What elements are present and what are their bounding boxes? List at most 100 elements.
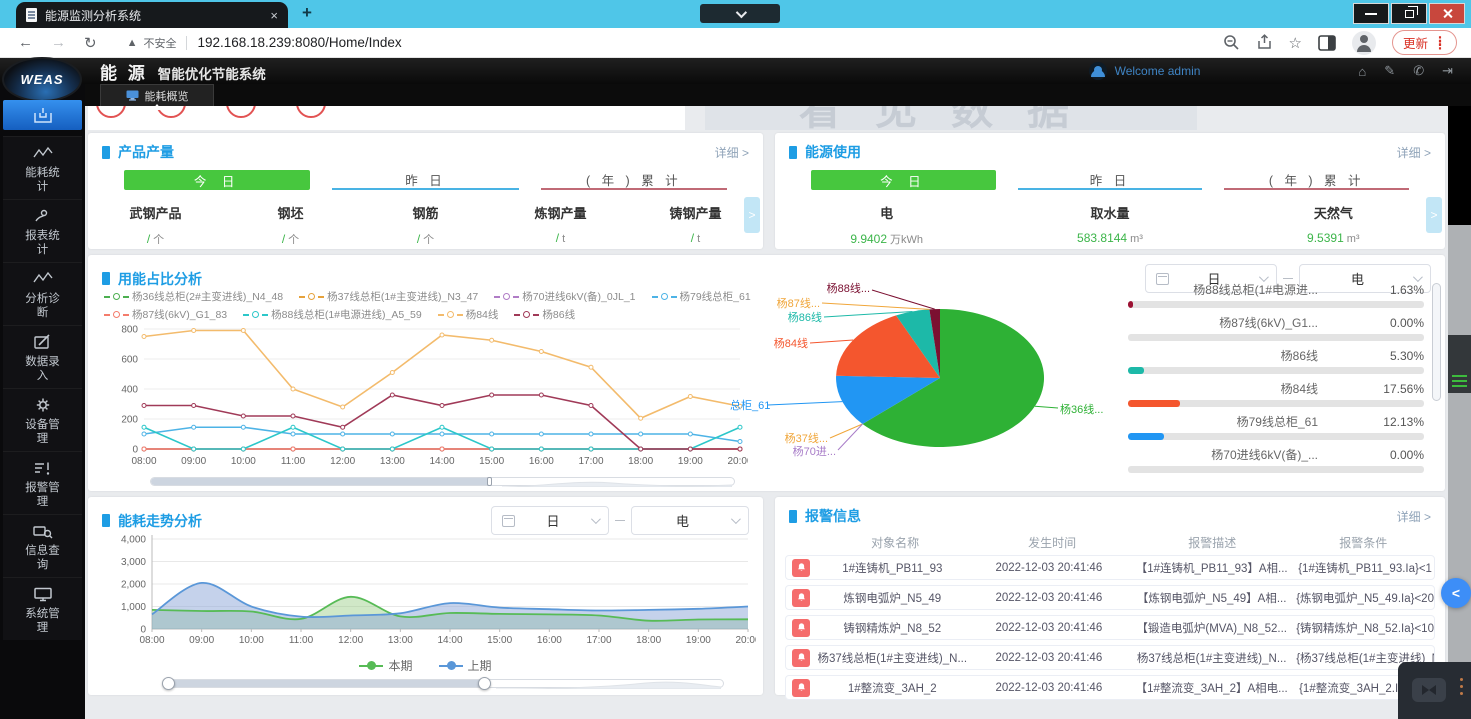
video-menu-dots[interactable] xyxy=(1460,678,1463,695)
alarm-row[interactable]: 炼钢电弧炉_N5_492022-12-03 20:41:46【炼钢电弧炉_N5_… xyxy=(785,585,1435,610)
close-button[interactable] xyxy=(1429,3,1465,24)
ranking-name: 杨87线(6kV)_G1... xyxy=(1128,314,1318,331)
svg-text:20:00: 20:00 xyxy=(735,635,756,646)
tab-year-total[interactable]: ( 年 ) 累 计 xyxy=(541,170,727,190)
bookmark-star-icon[interactable]: ☆ xyxy=(1289,34,1302,52)
minimize-button[interactable] xyxy=(1353,3,1389,24)
tab-close-icon[interactable]: × xyxy=(270,8,278,23)
energy-type-select[interactable]: 电 xyxy=(631,506,749,535)
carousel-next-button[interactable]: > xyxy=(744,197,760,233)
tab-today[interactable]: 今 日 xyxy=(811,170,996,190)
stat-value: 9.5391 xyxy=(1307,231,1344,245)
ranking-row[interactable]: 杨86线5.30% xyxy=(1128,347,1424,374)
legend-item[interactable]: 杨36线总柜(2#主变进线)_N4_48 xyxy=(104,289,283,304)
new-tab-button[interactable]: + xyxy=(302,3,312,23)
ranking-row[interactable]: 杨79线总柜_6112.13% xyxy=(1128,413,1424,440)
tab-label: 能耗概览 xyxy=(145,88,189,104)
alarm-row[interactable]: 1#整流变_3AH_22022-12-03 20:41:46【1#整流变_3AH… xyxy=(785,675,1435,700)
page-scrollbar-track[interactable] xyxy=(1448,225,1471,719)
back-icon[interactable]: ← xyxy=(18,34,33,51)
detail-link[interactable]: 详细 > xyxy=(715,144,749,161)
side-panel-icon[interactable] xyxy=(1318,35,1336,51)
welcome-text: Welcome admin xyxy=(1115,64,1201,78)
phone-icon[interactable]: ✆ xyxy=(1413,63,1424,79)
legend-item[interactable]: 杨37线总柜(1#主变进线)_N3_47 xyxy=(299,289,478,304)
occupancy-line-chart[interactable]: 020040060080008:0009:0010:0011:0012:0013… xyxy=(98,321,748,483)
sidebar-item-alarm[interactable]: 报警管理 xyxy=(3,451,82,514)
detail-link[interactable]: 详细 > xyxy=(1397,144,1431,161)
stat-name: 钢坯 xyxy=(223,203,358,222)
panel-bullet xyxy=(102,272,110,285)
slider-handle-left[interactable] xyxy=(162,677,175,690)
legend-item[interactable]: 杨88线总柜(1#电源进线)_A5_59 xyxy=(243,307,422,322)
svg-text:19:00: 19:00 xyxy=(678,456,703,467)
alarm-cell: 2022-12-03 20:41:46 xyxy=(971,562,1128,574)
user-avatar-icon xyxy=(1089,62,1107,80)
user-info[interactable]: Welcome admin xyxy=(1089,62,1201,80)
sidebar-item-gear[interactable]: 设备管理 xyxy=(3,388,82,451)
browser-tab[interactable]: 能源监测分析系统 × xyxy=(16,2,288,28)
datazoom-slider[interactable] xyxy=(150,477,735,486)
panel-bullet xyxy=(102,514,110,527)
detail-link[interactable]: 详细 > xyxy=(1397,508,1431,525)
legend-item[interactable]: 杨84线 xyxy=(438,307,499,322)
stat-value: / xyxy=(417,232,420,246)
alarm-row[interactable]: 铸钢精炼炉_N8_522022-12-03 20:41:46【锻造电弧炉(MVA… xyxy=(785,615,1435,640)
profile-avatar[interactable] xyxy=(1352,31,1376,55)
ranking-row[interactable]: 杨84线17.56% xyxy=(1128,380,1424,407)
pie-label: 杨88线... xyxy=(827,281,870,295)
share-icon[interactable] xyxy=(1256,34,1273,51)
line-chart-legend: 杨36线总柜(2#主变进线)_N4_48 杨37线总柜(1#主变进线)_N3_47… xyxy=(104,289,752,322)
forward-icon[interactable]: → xyxy=(51,34,66,51)
list-scrollbar[interactable] xyxy=(1432,283,1441,469)
download-chevron-button[interactable] xyxy=(700,4,780,23)
tab-today[interactable]: 今 日 xyxy=(124,170,310,190)
page-scrollbar-thumb[interactable] xyxy=(1448,335,1471,393)
datazoom-slider[interactable] xyxy=(166,679,724,688)
sidebar-item-report[interactable]: 报表统计 xyxy=(3,199,82,262)
legend-item[interactable]: 杨87线(6kV)_G1_83 xyxy=(104,307,227,322)
sidebar-item-edit[interactable]: 数据录入 xyxy=(3,325,82,388)
collapse-bubble-button[interactable]: < xyxy=(1441,578,1471,608)
sidebar-item-trend[interactable]: 能耗统计 xyxy=(3,136,82,199)
sidebar-item-overview[interactable] xyxy=(3,100,82,130)
legend-item[interactable]: 杨86线 xyxy=(514,307,575,322)
sidebar-item-analysis[interactable]: 分析诊断 xyxy=(3,262,82,325)
tab-energy-overview[interactable]: 能耗概览 xyxy=(100,84,214,106)
ranking-row[interactable]: 杨88线总柜(1#电源进...1.63% xyxy=(1128,281,1424,308)
slider-handle-right[interactable] xyxy=(478,677,491,690)
tab-yesterday[interactable]: 昨 日 xyxy=(332,170,518,190)
period-select[interactable]: 日 xyxy=(491,506,609,535)
security-indicator[interactable]: ▲ 不安全 xyxy=(127,35,177,51)
update-button[interactable]: 更新 ⋮⋮ xyxy=(1392,30,1457,55)
ranking-name: 杨86线 xyxy=(1128,347,1318,364)
restore-button[interactable] xyxy=(1391,3,1427,24)
edit-icon[interactable]: ✎ xyxy=(1384,63,1395,79)
sidebar-item-search[interactable]: 信息查询 xyxy=(3,514,82,577)
tab-yesterday[interactable]: 昨 日 xyxy=(1018,170,1203,190)
home-icon[interactable]: ⌂ xyxy=(1358,64,1366,79)
carousel-next-button[interactable]: > xyxy=(1426,197,1442,233)
legend-item[interactable]: 本期 xyxy=(359,657,412,674)
ranking-name: 杨88线总柜(1#电源进... xyxy=(1128,281,1318,298)
legend-item[interactable]: 杨70进线6kV(备)_0JL_1 xyxy=(494,289,635,304)
reload-icon[interactable]: ↻ xyxy=(84,34,97,52)
sidebar-item-monitor[interactable]: 系统管理 xyxy=(3,577,82,640)
tab-year-total[interactable]: ( 年 ) 累 计 xyxy=(1224,170,1409,190)
logout-icon[interactable]: ⇥ xyxy=(1442,63,1453,79)
edit-icon xyxy=(31,332,55,352)
alarm-row[interactable]: 杨37线总柜(1#主变进线)_N...2022-12-03 20:41:46杨3… xyxy=(785,645,1435,670)
sidebar-item-label: 设备管理 xyxy=(21,418,65,446)
browser-menu-icon[interactable]: ⋮⋮ xyxy=(1434,39,1446,47)
ranking-row[interactable]: 杨70进线6kV(备)_...0.00% xyxy=(1128,446,1424,473)
ranking-row[interactable]: 杨87线(6kV)_G1...0.00% xyxy=(1128,314,1424,341)
alarm-row[interactable]: 1#连铸机_PB11_932022-12-03 20:41:46【1#连铸机_P… xyxy=(785,555,1435,580)
occupancy-pie-chart[interactable]: 杨36线...杨37线...杨70进...总柜_61杨84线杨86线杨87线..… xyxy=(728,277,1128,485)
zoom-icon[interactable] xyxy=(1223,34,1240,51)
url-text[interactable]: 192.168.18.239:8080/Home/Index xyxy=(197,35,401,50)
legend-item[interactable]: 上期 xyxy=(439,657,492,674)
alarm-cell: 【1#连铸机_PB11_93】A相... xyxy=(1127,560,1296,576)
trend-area-chart[interactable]: 01,0002,0003,0004,00008:0009:0010:0011:0… xyxy=(96,533,756,655)
video-pip-button[interactable] xyxy=(1412,678,1446,702)
main-content: 看见数据 产品产量 详细 > 今 日 昨 日 ( 年 ) 累 计 武钢产品/个钢… xyxy=(85,106,1448,719)
